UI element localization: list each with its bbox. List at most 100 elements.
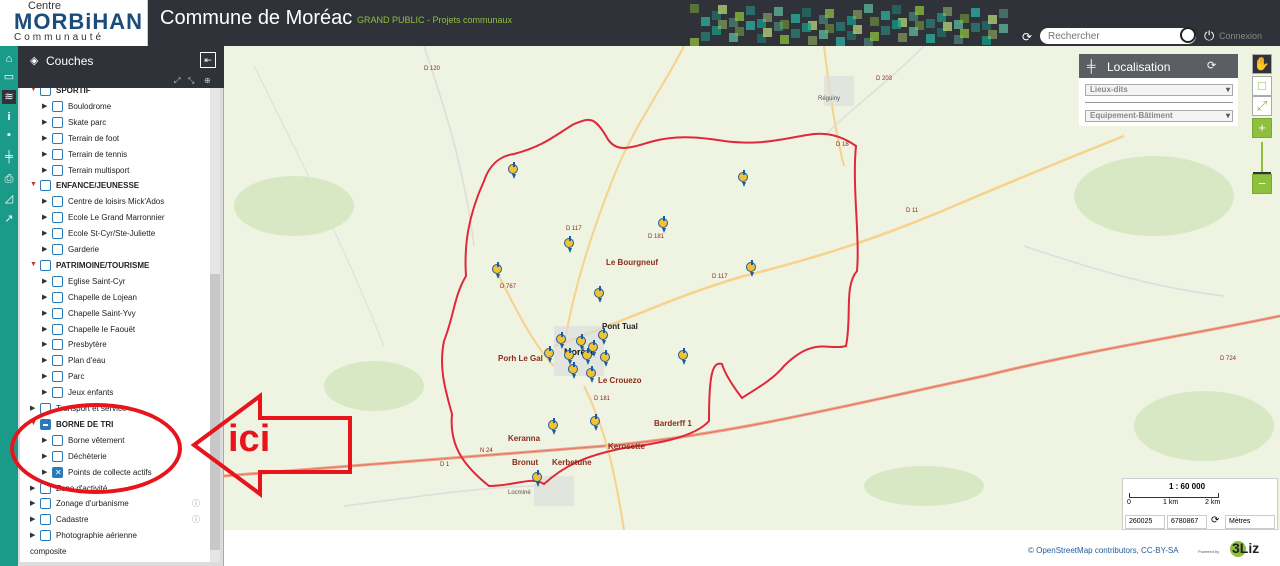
layer-checkbox[interactable] bbox=[52, 148, 63, 160]
search-icon[interactable] bbox=[1180, 27, 1196, 43]
layers-icon[interactable]: ≋ bbox=[2, 90, 16, 104]
locate-icon[interactable]: ╪ bbox=[2, 150, 16, 164]
zoom-out-button[interactable]: − bbox=[1252, 174, 1272, 194]
info-icon[interactable]: ⓘ bbox=[192, 514, 200, 525]
collapse-caret-icon[interactable]: ▶ bbox=[42, 277, 47, 285]
collapse-caret-icon[interactable]: ▶ bbox=[42, 340, 47, 348]
login-link[interactable]: Connexion bbox=[1219, 31, 1262, 41]
layer-checkbox[interactable] bbox=[40, 514, 51, 526]
collapse-caret-icon[interactable]: ▶ bbox=[42, 309, 47, 317]
collapse-caret-icon[interactable]: ▶ bbox=[30, 404, 35, 412]
layer-checkbox[interactable] bbox=[40, 530, 51, 542]
collection-point-marker[interactable] bbox=[532, 470, 542, 487]
collapse-caret-icon[interactable]: ▶ bbox=[42, 245, 47, 253]
collection-point-marker[interactable] bbox=[586, 366, 596, 383]
layer-checkbox[interactable] bbox=[52, 164, 63, 176]
layer-checkbox[interactable] bbox=[52, 228, 63, 240]
refresh-icon[interactable]: ⟳ bbox=[1022, 30, 1032, 44]
collection-point-marker[interactable] bbox=[738, 170, 748, 187]
collapse-caret-icon[interactable]: ▶ bbox=[42, 372, 47, 380]
layer-checkbox[interactable] bbox=[40, 498, 51, 510]
collapse-all-icon[interactable]: ⤡ bbox=[188, 76, 194, 86]
collection-point-marker[interactable] bbox=[548, 418, 558, 435]
expand-caret-icon[interactable]: ▼ bbox=[30, 88, 37, 93]
collapse-caret-icon[interactable]: ▶ bbox=[42, 102, 47, 110]
info-icon[interactable]: ⓘ bbox=[192, 498, 200, 509]
zoom-slider[interactable] bbox=[1261, 142, 1263, 172]
layer-checkbox[interactable] bbox=[52, 100, 63, 112]
print-icon[interactable]: ⎙ bbox=[2, 172, 16, 186]
collection-point-marker[interactable] bbox=[564, 236, 574, 253]
layer-checkbox[interactable] bbox=[52, 371, 63, 383]
zoom-layer-icon[interactable]: ⊕ bbox=[204, 76, 211, 85]
layer-checkbox[interactable] bbox=[52, 307, 63, 319]
layer-checkbox[interactable] bbox=[52, 212, 63, 224]
collection-point-marker[interactable] bbox=[658, 216, 668, 233]
map-attribution[interactable]: © OpenStreetMap contributors, CC-BY-SA bbox=[1028, 546, 1179, 555]
collection-point-marker[interactable] bbox=[600, 350, 610, 367]
equipement-select[interactable]: Equipement-Bâtiment bbox=[1085, 110, 1233, 122]
zoom-in-button[interactable]: + bbox=[1252, 118, 1272, 138]
layer-checkbox[interactable] bbox=[52, 275, 63, 287]
collapse-caret-icon[interactable]: ▶ bbox=[30, 531, 35, 539]
comment-icon[interactable]: ▪ bbox=[2, 128, 16, 142]
refresh-icon[interactable]: ⟳ bbox=[1211, 515, 1219, 526]
info-icon[interactable]: i bbox=[2, 110, 16, 124]
collection-point-marker[interactable] bbox=[746, 260, 756, 277]
lieux-dits-select[interactable]: Lieux-dits bbox=[1085, 84, 1233, 96]
collapse-caret-icon[interactable]: ▶ bbox=[42, 118, 47, 126]
collapse-caret-icon[interactable]: ▶ bbox=[42, 197, 47, 205]
collapse-caret-icon[interactable]: ▶ bbox=[42, 293, 47, 301]
folder-icon[interactable]: ▭ bbox=[2, 70, 16, 84]
layer-checkbox[interactable] bbox=[40, 259, 51, 271]
refresh-icon[interactable]: ⟳ bbox=[1207, 59, 1216, 72]
collapse-caret-icon[interactable]: ▶ bbox=[42, 356, 47, 364]
collection-point-marker[interactable] bbox=[508, 162, 518, 179]
collapse-caret-icon[interactable]: ▶ bbox=[30, 484, 35, 492]
layer-checkbox[interactable] bbox=[52, 355, 63, 367]
collapse-caret-icon[interactable]: ▶ bbox=[30, 499, 35, 507]
collection-point-marker[interactable] bbox=[568, 362, 578, 379]
collapse-caret-icon[interactable]: ▶ bbox=[42, 325, 47, 333]
collapse-caret-icon[interactable]: ▶ bbox=[42, 150, 47, 158]
collection-point-marker[interactable] bbox=[590, 414, 600, 431]
layer-checkbox[interactable] bbox=[52, 387, 63, 399]
collapse-caret-icon[interactable]: ▶ bbox=[42, 229, 47, 237]
collection-point-marker[interactable] bbox=[556, 332, 566, 349]
collapse-caret-icon[interactable]: ▶ bbox=[42, 213, 47, 221]
expand-caret-icon[interactable]: ▼ bbox=[30, 181, 37, 188]
collapse-caret-icon[interactable]: ▶ bbox=[42, 134, 47, 142]
fullscreen-icon[interactable]: ⤢ bbox=[1252, 96, 1272, 116]
layer-checkbox[interactable] bbox=[52, 323, 63, 335]
expand-all-icon[interactable]: ⤢ bbox=[174, 76, 180, 86]
layer-checkbox[interactable] bbox=[40, 180, 51, 192]
pan-hand-icon[interactable]: ✋ bbox=[1252, 54, 1272, 74]
units-select[interactable]: Mètres bbox=[1225, 515, 1275, 529]
layer-checkbox[interactable] bbox=[40, 88, 51, 96]
share-icon[interactable]: ↗ bbox=[2, 212, 16, 226]
measure-icon[interactable]: ◿ bbox=[2, 192, 16, 206]
layer-checkbox[interactable] bbox=[52, 196, 63, 208]
collection-point-marker[interactable] bbox=[594, 286, 604, 303]
collection-point-marker[interactable] bbox=[564, 348, 574, 365]
collection-point-marker[interactable] bbox=[576, 334, 586, 351]
layer-checkbox[interactable] bbox=[52, 132, 63, 144]
collection-point-marker[interactable] bbox=[582, 348, 592, 365]
power-icon[interactable]: ⏻ bbox=[1204, 28, 1214, 44]
home-icon[interactable]: ⌂ bbox=[2, 52, 16, 66]
expand-caret-icon[interactable]: ▼ bbox=[30, 261, 37, 268]
search-input[interactable] bbox=[1040, 28, 1196, 44]
collapse-caret-icon[interactable]: ▶ bbox=[42, 388, 47, 396]
layer-checkbox[interactable] bbox=[52, 339, 63, 351]
zoom-box-icon[interactable]: □ bbox=[1252, 76, 1272, 96]
collapse-panel-icon[interactable]: ⇤ bbox=[200, 52, 216, 68]
layer-checkbox[interactable] bbox=[52, 116, 63, 128]
collapse-caret-icon[interactable]: ▶ bbox=[30, 515, 35, 523]
collection-point-marker[interactable] bbox=[492, 262, 502, 279]
collapse-caret-icon[interactable]: ▶ bbox=[42, 166, 47, 174]
collection-point-marker[interactable] bbox=[678, 348, 688, 365]
layer-checkbox[interactable] bbox=[52, 244, 63, 255]
collection-point-marker[interactable] bbox=[598, 328, 608, 345]
layer-checkbox[interactable] bbox=[52, 291, 63, 303]
collection-point-marker[interactable] bbox=[544, 346, 554, 363]
